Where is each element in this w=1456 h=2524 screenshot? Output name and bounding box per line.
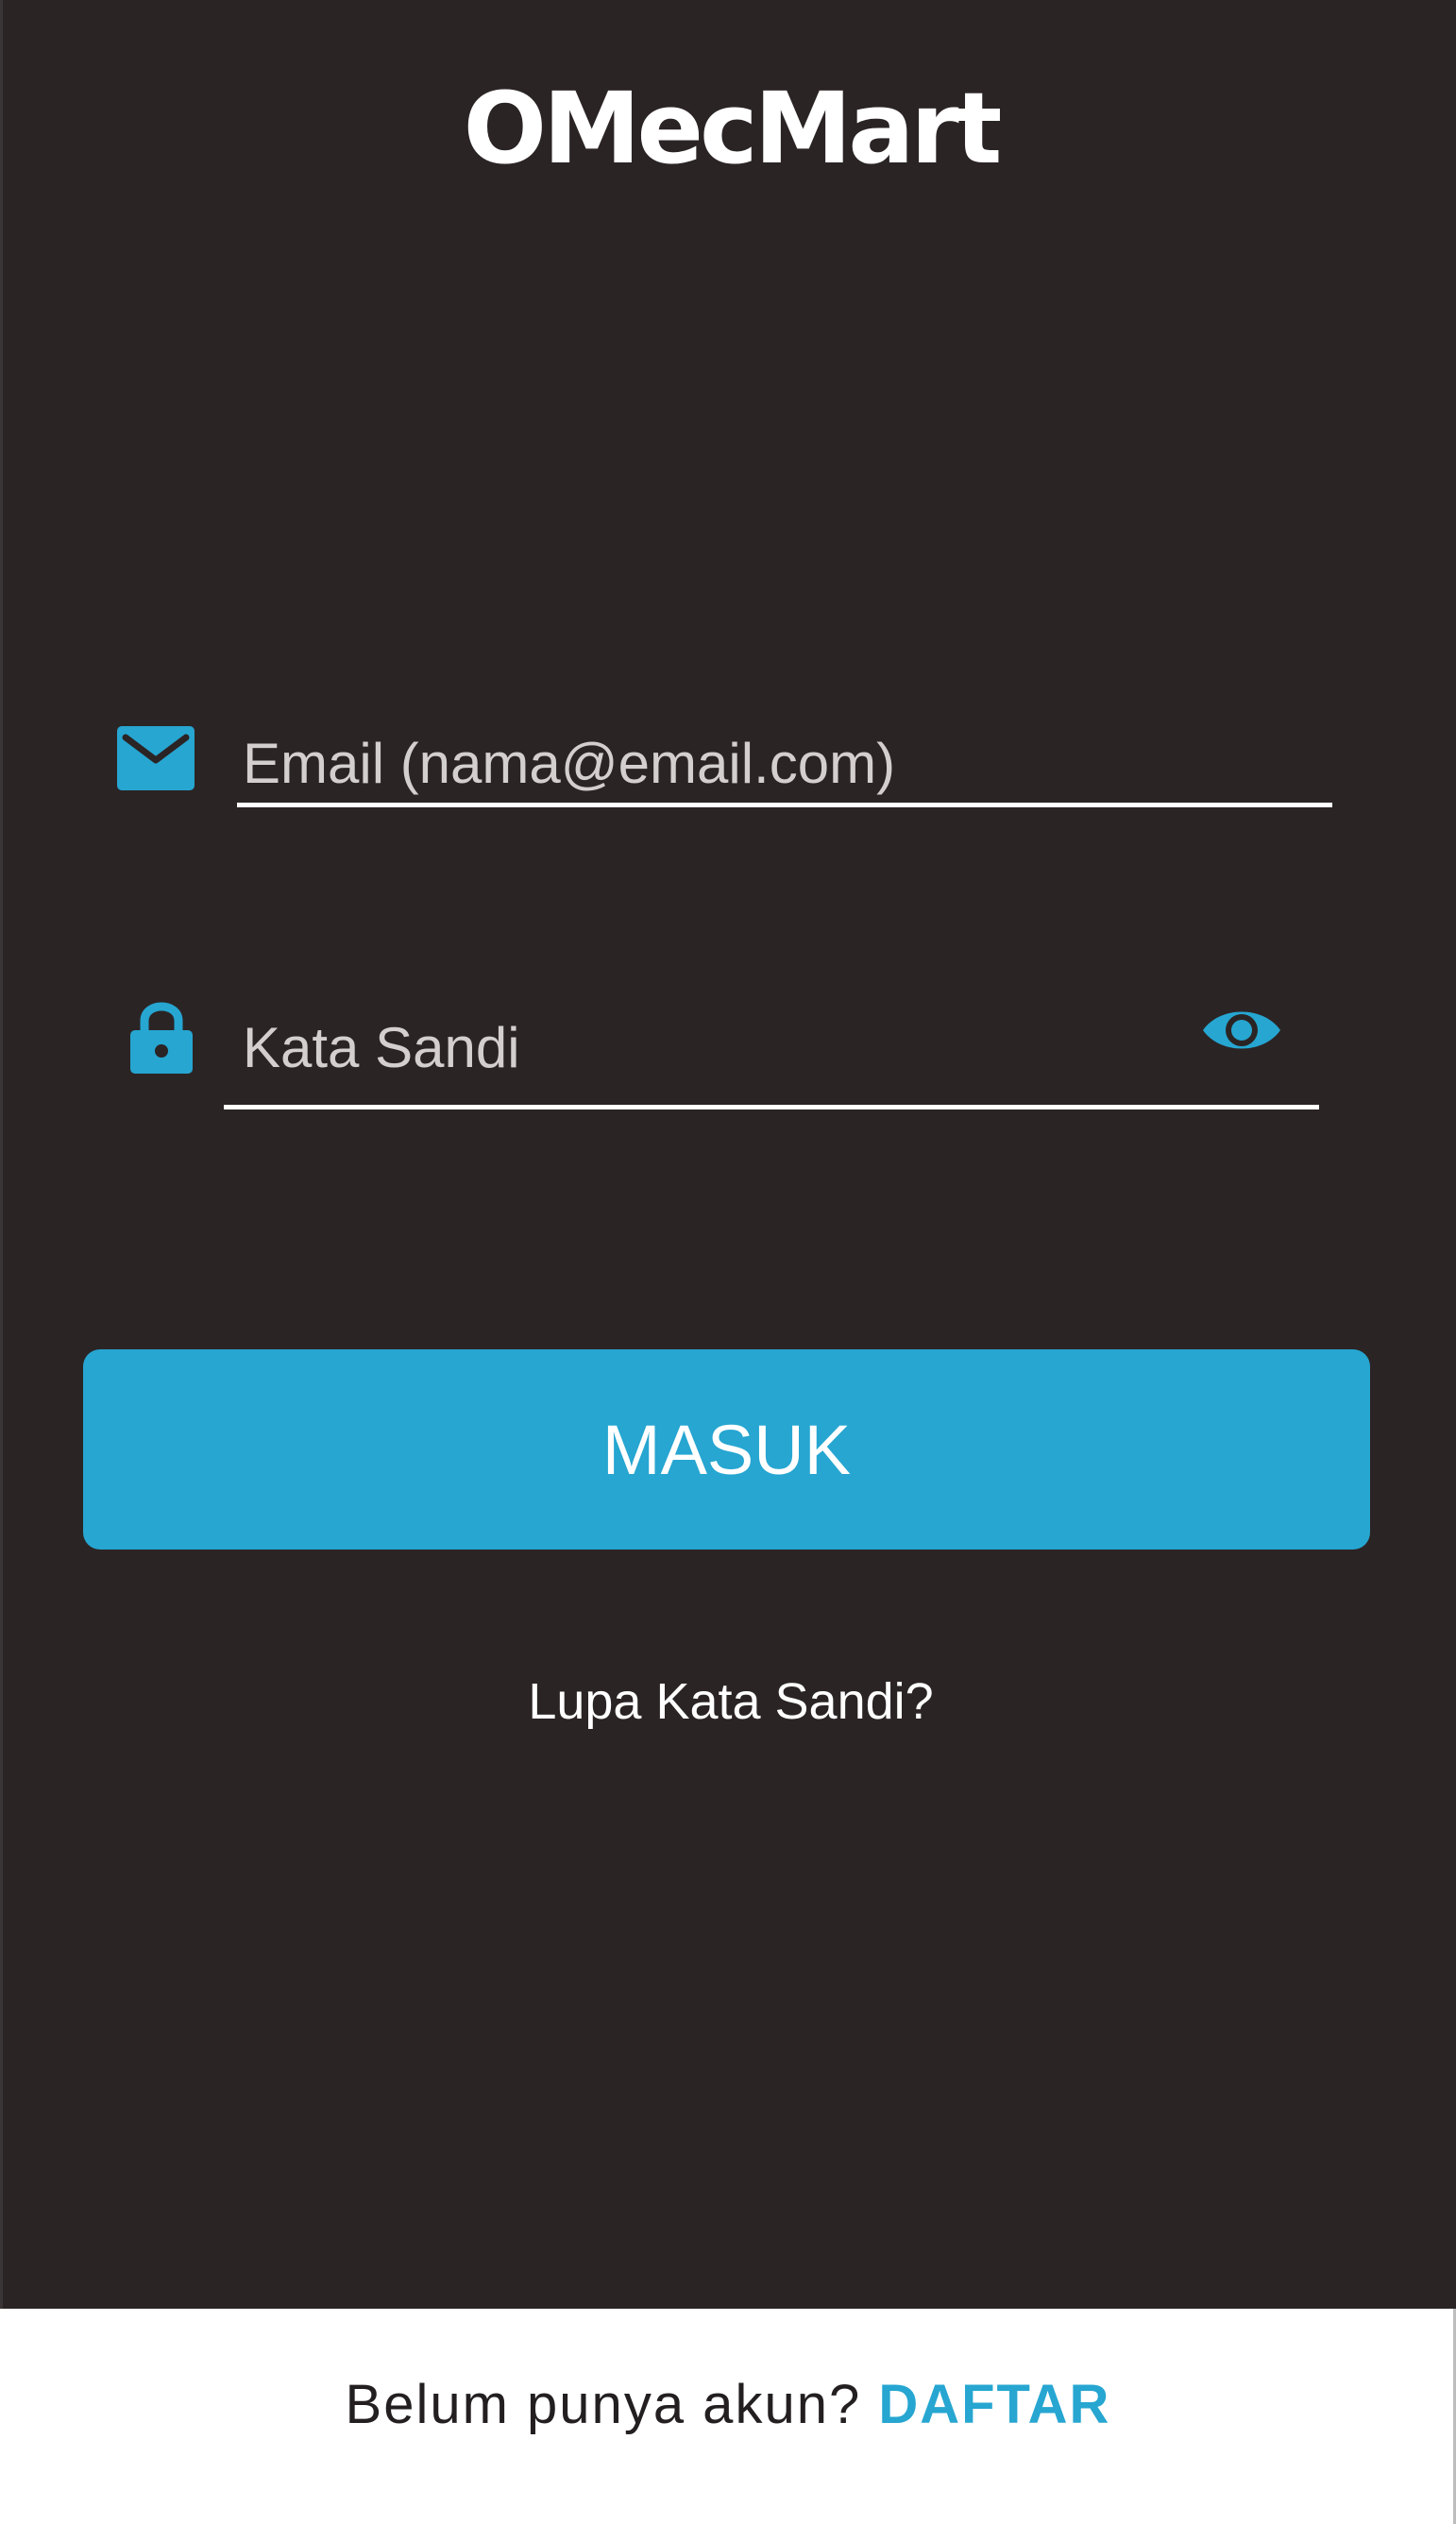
login-button[interactable]: MASUK	[83, 1349, 1370, 1550]
login-screen: OMecMart Email (nama@email.com) Kata San…	[0, 0, 1456, 2309]
email-underline	[237, 803, 1332, 807]
mail-icon	[117, 726, 195, 790]
password-underline	[224, 1105, 1319, 1110]
register-link[interactable]: DAFTAR	[878, 2374, 1110, 2435]
forgot-password-link[interactable]: Lupa Kata Sandi?	[3, 1676, 1456, 1727]
eye-icon[interactable]	[1201, 1004, 1282, 1057]
password-input[interactable]: Kata Sandi	[243, 1020, 520, 1076]
register-prompt-line: Belum punya akun? DAFTAR	[0, 2378, 1456, 2432]
email-input[interactable]: Email (nama@email.com)	[243, 736, 895, 792]
app-logo: OMecMart	[463, 71, 1003, 186]
login-button-label: MASUK	[601, 1410, 852, 1489]
register-prompt-text: Belum punya akun?	[345, 2374, 862, 2435]
lock-icon	[130, 1002, 193, 1074]
